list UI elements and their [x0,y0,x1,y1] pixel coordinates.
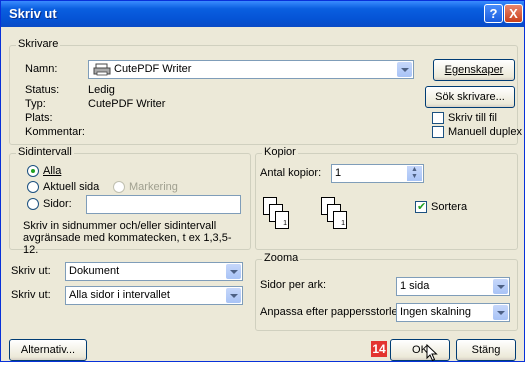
print-value: Alla sidor i intervallet [69,289,170,301]
zoom-group-label: Zooma [262,252,301,264]
properties-button[interactable]: Egenskaper [433,59,515,81]
annotation-badge: 14 [371,341,387,357]
chevron-down-icon[interactable] [226,264,241,279]
status-label: Status: [25,84,60,96]
pages-input[interactable] [86,195,241,214]
find-printer-button[interactable]: Sök skrivare... [425,86,515,108]
copies-group-label: Kopior [262,146,298,158]
page-range-group-label: Sidintervall [16,146,74,158]
copies-count-input[interactable]: 1 ▲ ▼ [331,164,424,183]
page-icon: 1 [333,211,347,229]
radio-selection[interactable] [113,181,125,193]
printer-name-label: Namn: [25,63,58,75]
spinner-icon[interactable]: ▲ ▼ [407,166,422,181]
comment-label: Kommentar: [25,126,85,138]
scale-select[interactable]: Ingen skalning [396,303,510,322]
printer-name-value: CutePDF Writer [114,63,192,75]
location-label: Plats: [25,112,53,124]
print-to-file-checkbox[interactable] [432,112,444,124]
chevron-down-icon[interactable] [493,279,508,294]
manual-duplex-label: Manuell duplex [448,126,522,138]
pages-per-sheet-select[interactable]: 1 sida [396,277,510,296]
chevron-down-icon[interactable] [493,305,508,320]
manual-duplex-checkbox[interactable] [432,126,444,138]
collate-label: Sortera [431,201,468,213]
print-to-file-label: Skriv till fil [448,112,497,124]
page-icon: 1 [275,211,289,229]
scale-value: Ingen skalning [400,306,471,318]
radio-all-label: Alla [43,165,62,177]
pages-per-sheet-value: 1 sida [400,280,430,292]
print-select[interactable]: Alla sidor i intervallet [65,286,243,305]
printer-icon [93,63,111,78]
print-what-select[interactable]: Dokument [65,262,243,281]
print-what-value: Dokument [69,265,120,277]
radio-current-page[interactable] [27,181,39,193]
dialog-title: Skriv ut [9,6,57,21]
chevron-down-icon[interactable] [226,288,241,303]
title-bar[interactable]: Skriv ut ? X [1,1,524,27]
copies-count-label: Antal kopior: [260,167,322,179]
collate-checkbox[interactable] [415,200,427,213]
print-dialog: Skriv ut ? X Skrivare Namn: CutePDF Writ… [0,0,525,362]
help-button[interactable]: ? [484,4,503,23]
copies-count-value: 1 [335,167,342,179]
type-label: Typ: [25,98,46,110]
printer-name-select[interactable]: CutePDF Writer [88,60,414,79]
radio-pages-label: Sidor: [43,198,72,210]
radio-all[interactable] [27,165,39,177]
chevron-down-icon[interactable] [397,62,412,77]
radio-selection-label: Markering [129,181,178,193]
radio-current-page-label: Aktuell sida [43,181,100,193]
pages-per-sheet-label: Sidor per ark: [260,279,327,291]
cancel-button[interactable]: Stäng [456,339,516,361]
scale-label: Anpassa efter pappersstorlek: [260,306,407,318]
page-range-hint: Skriv in sidnummer och/eller sidinterval… [23,220,232,256]
options-button[interactable]: Alternativ... [9,339,87,361]
print-what-label: Skriv ut: [11,265,51,277]
ok-button[interactable]: OK [390,339,450,361]
close-button[interactable]: X [504,4,523,23]
radio-pages[interactable] [27,198,39,210]
print-label: Skriv ut: [11,289,51,301]
printer-group-label: Skrivare [16,38,61,50]
status-value: Ledig [88,84,115,96]
type-value: CutePDF Writer [88,98,166,110]
collate-illustration: 3 2 1 3 2 1 [263,197,381,237]
